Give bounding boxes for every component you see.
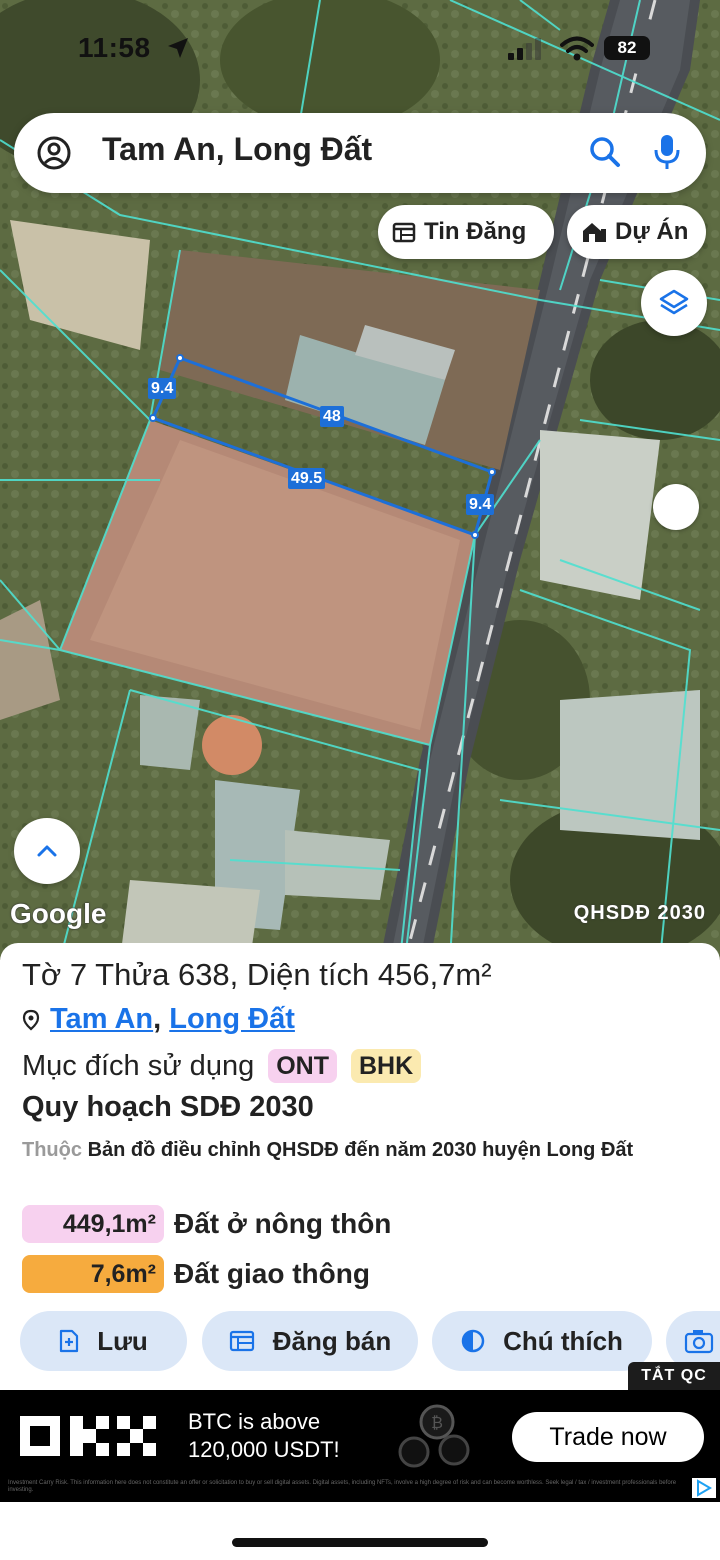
post-sale-button-label: Đăng bán [272, 1325, 392, 1356]
area-value: 7,6m² [22, 1255, 164, 1293]
area-value: 449,1m² [22, 1205, 164, 1243]
calendar-list-icon [392, 222, 416, 243]
map-layer-label: QHSDĐ 2030 [573, 902, 706, 924]
cellular-signal-icon [508, 38, 542, 65]
adchoices-icon[interactable] [692, 1478, 716, 1498]
wifi-icon [560, 36, 594, 67]
expand-button[interactable] [14, 818, 80, 884]
ad-headline: BTC is above 120,000 USDT! [188, 1408, 340, 1464]
home-area [0, 1502, 720, 1560]
plot-dimension-label: 49.5 [288, 468, 326, 489]
purpose-code-badge: BHK [350, 1049, 422, 1083]
contrast-icon [461, 1329, 485, 1353]
area-breakdown-row: 449,1m² Đất ở nông thôn [22, 1205, 391, 1243]
save-button-label: Lưu [97, 1325, 148, 1356]
plan-source: Bản đồ điều chỉnh QHSDĐ đến năm 2030 huy… [87, 1139, 634, 1161]
listings-chip-label: Tin Đăng [424, 218, 527, 245]
area-label: Đất giao thông [174, 1258, 370, 1289]
district-link[interactable]: Long Đất [169, 1003, 295, 1036]
legend-button-label: Chú thích [503, 1325, 623, 1356]
microphone-icon[interactable] [654, 133, 680, 176]
chevron-up-icon [37, 845, 57, 857]
ad-banner[interactable]: BTC is above 120,000 USDT! ₿ Trade now I… [0, 1390, 720, 1502]
action-bar: Lưu Đăng bán Chú thích [0, 1311, 720, 1371]
layers-button[interactable] [641, 270, 707, 336]
search-icon[interactable] [588, 135, 622, 174]
area-label: Đất ở nông thôn [174, 1208, 392, 1239]
land-use-purpose: Mục đích sử dụng ONT BHK [22, 1049, 422, 1083]
svg-text:₿: ₿ [431, 1413, 443, 1432]
projects-chip[interactable]: Dự Án [567, 205, 706, 259]
plot-dimension-label: 9.4 [466, 494, 495, 515]
layers-icon [659, 289, 689, 315]
plot-dimension-label: 9.4 [148, 378, 177, 399]
plan-title: Quy hoạch SDĐ 2030 [22, 1091, 314, 1123]
search-bar[interactable]: Tam An, Long Đất [14, 113, 706, 193]
account-icon[interactable] [36, 135, 72, 176]
building-icon [583, 223, 606, 242]
plan-description: Thuộc Bản đồ điều chỉnh QHSDĐ đến năm 20… [22, 1134, 718, 1166]
listings-chip[interactable]: Tin Đăng [378, 205, 554, 259]
battery-indicator: 82 [604, 36, 650, 60]
status-bar: 11:58 82 [0, 30, 720, 70]
trade-now-button[interactable]: Trade now [512, 1412, 704, 1462]
parcel-info-sheet: Tờ 7 Thửa 638, Diện tích 456,7m² Tam An … [0, 943, 720, 1393]
purpose-label: Mục đích sử dụng [22, 1049, 255, 1082]
location-pin-icon [22, 1009, 40, 1030]
parcel-location: Tam An , Long Đất [22, 1003, 295, 1036]
bitcoin-coins-icon: ₿ [398, 1404, 470, 1468]
plot-dimension-label: 48 [320, 406, 344, 427]
location-arrow-icon [166, 36, 190, 65]
commune-link[interactable]: Tam An [50, 1003, 153, 1036]
calendar-list-icon [229, 1330, 254, 1352]
search-query[interactable]: Tam An, Long Đất [102, 131, 372, 168]
status-time: 11:58 [78, 32, 151, 63]
location-separator: , [153, 1003, 162, 1035]
post-sale-button[interactable]: Đăng bán [202, 1311, 418, 1371]
okx-logo [20, 1416, 156, 1456]
save-button[interactable]: Lưu [20, 1311, 187, 1371]
close-ad-button[interactable]: TẮT QC [628, 1362, 720, 1390]
add-file-icon [60, 1329, 79, 1353]
google-attribution: Google [10, 898, 107, 929]
ad-headline-line: BTC is above [188, 1409, 321, 1434]
plan-prefix: Thuộc [22, 1139, 82, 1161]
legend-button[interactable]: Chú thích [432, 1311, 652, 1371]
ad-disclaimer: Investment Carry Risk. This information … [8, 1480, 677, 1493]
area-breakdown-row: 7,6m² Đất giao thông [22, 1255, 370, 1293]
ad-headline-line: 120,000 USDT! [188, 1437, 340, 1462]
map-view[interactable]: 9.4 48 49.5 9.4 11:58 82 Tam An, Long Đấ… [0, 0, 720, 960]
parcel-title: Tờ 7 Thửa 638, Diện tích 456,7m² [22, 957, 492, 992]
purpose-code-badge: ONT [268, 1049, 337, 1083]
home-indicator[interactable] [232, 1538, 488, 1547]
projects-chip-label: Dự Án [615, 218, 689, 245]
camera-icon [684, 1330, 714, 1354]
map-control-dot[interactable] [653, 484, 699, 530]
